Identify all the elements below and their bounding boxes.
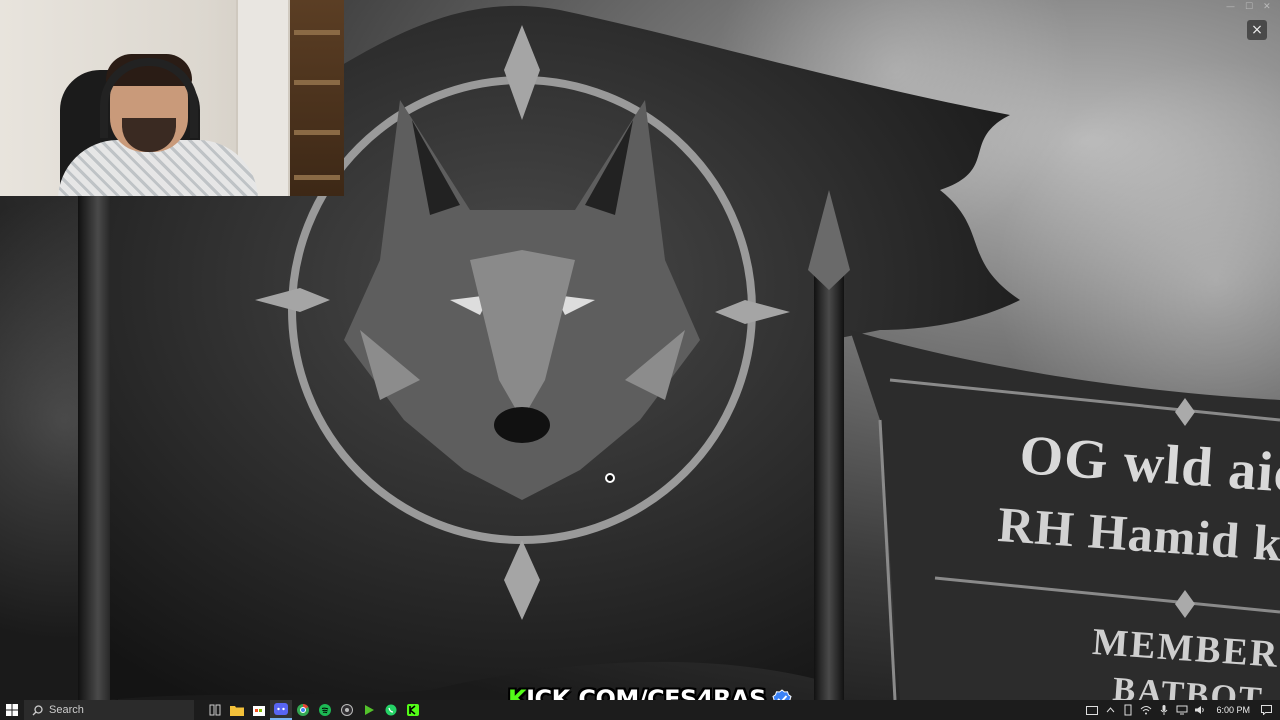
banner-text-block: OG wld aic RH Hamid kl MEMBERS: BATBOT	[990, 405, 1280, 700]
obs-icon[interactable]	[336, 700, 358, 720]
close-window-icon[interactable]: ✕	[1263, 2, 1271, 12]
battery-icon[interactable]	[1120, 700, 1136, 720]
media-player-icon[interactable]	[358, 700, 380, 720]
maximize-icon[interactable]: ☐	[1245, 2, 1253, 12]
banner-member-name: BATBOT	[1111, 671, 1265, 700]
bookshelf	[290, 0, 344, 196]
banner-title-line-1: OG wld aic	[1017, 423, 1280, 506]
task-view-icon[interactable]	[204, 700, 226, 720]
keyboard-icon[interactable]	[1084, 700, 1100, 720]
chrome-icon[interactable]	[292, 700, 314, 720]
whatsapp-icon[interactable]	[380, 700, 402, 720]
file-explorer-icon[interactable]	[226, 700, 248, 720]
start-button[interactable]	[0, 700, 24, 720]
taskbar-clock[interactable]: 6:00 PM	[1210, 705, 1256, 715]
discord-icon[interactable]	[270, 700, 292, 720]
microphone-icon[interactable]	[1156, 700, 1172, 720]
volume-icon[interactable]	[1192, 700, 1208, 720]
microsoft-store-icon[interactable]	[248, 700, 270, 720]
search-icon	[32, 704, 43, 715]
wifi-icon[interactable]	[1138, 700, 1154, 720]
window-controls: — ☐ ✕	[1226, 2, 1271, 12]
close-overlay-button[interactable]: ×	[1247, 20, 1267, 40]
network-icon[interactable]	[1174, 700, 1190, 720]
right-spear-pole	[814, 260, 844, 700]
search-placeholder: Search	[49, 704, 84, 716]
notification-icon[interactable]	[1258, 700, 1274, 720]
windows-logo-icon	[6, 704, 18, 716]
spotify-icon[interactable]	[314, 700, 336, 720]
minimize-icon[interactable]: —	[1226, 2, 1235, 12]
windows-taskbar: Search 6:00 PM	[0, 700, 1280, 720]
banner-title-line-2: RH Hamid kl	[996, 495, 1280, 573]
webcam-overlay	[0, 0, 344, 196]
mouse-cursor	[605, 473, 615, 483]
chevron-up-icon[interactable]	[1102, 700, 1118, 720]
taskbar-search[interactable]: Search	[24, 700, 194, 720]
kick-app-icon[interactable]	[402, 700, 424, 720]
system-tray: 6:00 PM	[1084, 700, 1280, 720]
